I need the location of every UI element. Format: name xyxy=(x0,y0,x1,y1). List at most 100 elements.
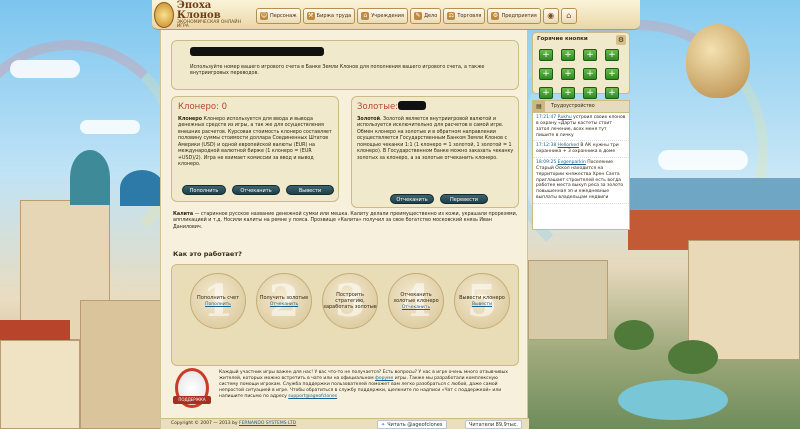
gold-transfer-button[interactable]: Перевести xyxy=(440,194,488,204)
game-logo[interactable]: Эпоха Клонов ЭКОНОМИЧЕСКАЯ ОНЛАЙН ИГРА xyxy=(154,0,250,30)
main-nav: ☺ Персонаж ⚒ Биржа труда ⌂ Учреждения ✎ Дело… xyxy=(256,8,579,24)
gold-mint-button[interactable]: Отчеканить xyxy=(390,194,434,204)
palace-building xyxy=(80,300,168,429)
step-label: Отчеканить золотые клонеро xyxy=(393,292,439,304)
gold-description-text: . Золотой является внутриигровой валютой… xyxy=(357,117,514,161)
hot-button-slot[interactable]: + xyxy=(539,87,553,99)
event-item: 17:21:47 Rukhu устроил своих клонов в ох… xyxy=(533,113,629,142)
step-label: Пополнить счет xyxy=(196,295,239,301)
step-number: 1 xyxy=(202,275,234,327)
event-user-link[interactable]: Evgenparkin xyxy=(558,160,586,165)
feed-tab-icon[interactable]: ▤ xyxy=(533,101,545,112)
step-label: Получить золотые xyxy=(259,295,309,301)
hot-button-slot[interactable]: + xyxy=(583,87,597,99)
step-strategy: 3 Построить стратегию, заработать золоты… xyxy=(322,273,378,329)
kalita-note: Калита — старинное русское название дене… xyxy=(173,212,519,231)
institution-icon: ⌂ xyxy=(361,12,370,20)
kalita-term: Калита xyxy=(173,212,194,217)
event-user-link[interactable]: Rukhu xyxy=(558,115,572,120)
nav-label: Учреждения xyxy=(371,13,405,19)
hot-button-slot[interactable]: + xyxy=(539,68,553,80)
tree xyxy=(614,320,654,350)
support-badge-label[interactable]: ПОДДЕРЖКА xyxy=(173,396,211,404)
twitter-follow-button[interactable]: ✦ Читать @ageofclones xyxy=(377,420,447,429)
hot-button-slot[interactable]: + xyxy=(583,49,597,61)
nav-label: Персонаж xyxy=(270,13,297,19)
tower-dome xyxy=(70,150,110,205)
klonero-description: Клонеро Клонеро используется для ввода и… xyxy=(178,117,336,169)
support-email-link[interactable]: support@ageofclones xyxy=(288,394,337,399)
klonero-term: Клонеро xyxy=(178,117,203,122)
hot-buttons-panel: Горячие кнопки ⚙ + + + + + + + + + + + + xyxy=(532,32,630,99)
nav-labor-exchange-button[interactable]: ⚒ Биржа труда xyxy=(302,8,356,24)
gold-balance-title: Золотые: xyxy=(357,102,399,112)
klonero-withdraw-button[interactable]: Вывести xyxy=(286,185,334,195)
hot-button-slot[interactable]: + xyxy=(605,49,619,61)
support-text: Каждый участник игры важен для нас! У ва… xyxy=(219,370,515,400)
step-number: 2 xyxy=(268,275,300,327)
step-get-gold: 2 Получить золотые Отчеканить xyxy=(256,273,312,329)
nav-character-button[interactable]: ☺ Персонаж xyxy=(256,8,301,24)
how-it-works-steps: 1 Пополнить счет Пополнить 2 Получить зо… xyxy=(171,264,519,366)
tree xyxy=(668,340,718,374)
tab-employment[interactable]: Трудоустройство xyxy=(545,104,595,109)
red-roof xyxy=(0,320,70,342)
hot-button-slot[interactable]: + xyxy=(561,68,575,80)
hot-button-slot[interactable]: + xyxy=(539,49,553,61)
settings-gear-icon[interactable]: ⚙ xyxy=(616,35,626,45)
step-withdraw-link[interactable]: Вывести xyxy=(472,302,492,307)
logo-title: Эпоха Клонов xyxy=(176,0,221,21)
support-section: ПОДДЕРЖКА Каждый участник игры важен для… xyxy=(171,366,519,418)
forum-link[interactable]: форуме xyxy=(375,376,393,381)
main-content: Используйте номер вашего игрового счета … xyxy=(160,30,529,429)
event-time: 17:21:47 xyxy=(536,115,557,120)
copyright-text: Copyright © 2007 — 2013 by FERNANDO SYST… xyxy=(171,421,296,426)
klonero-deposit-button[interactable]: Пополнить xyxy=(182,185,226,195)
hot-button-slot[interactable]: + xyxy=(605,87,619,99)
nav-label: Биржа труда xyxy=(316,13,352,19)
step-mint-klonero-link[interactable]: Отчеканить xyxy=(402,305,430,310)
klonero-balance-title: Клонеро: 0 xyxy=(178,102,228,112)
event-item: 17:12:38 Hellorked В АК нужны три охранн… xyxy=(533,141,629,159)
step-number: 5 xyxy=(466,275,498,327)
event-text: Поселение Старый Оскол находится на терр… xyxy=(536,160,624,201)
how-it-works-title: Как это работает? xyxy=(173,250,242,258)
business-icon: ✎ xyxy=(414,12,423,20)
cloud xyxy=(10,60,80,78)
step-deposit-link[interactable]: Пополнить xyxy=(205,302,231,307)
kalita-text: — старинное русское название денежной су… xyxy=(173,212,518,230)
sea xyxy=(628,178,800,212)
town-building xyxy=(528,260,608,340)
cloud xyxy=(80,120,140,134)
hot-button-slot[interactable]: + xyxy=(561,49,575,61)
person-icon: ☺ xyxy=(260,12,268,20)
step-deposit: 1 Пополнить счет Пополнить xyxy=(190,273,246,329)
account-intro-text: Используйте номер вашего игрового счета … xyxy=(190,65,485,77)
step-withdraw: 5 Вывести клонеро Вывести xyxy=(454,273,510,329)
background-left-scenery xyxy=(0,0,168,429)
nav-trade-button[interactable]: ⚖ Торговля xyxy=(443,8,486,24)
event-time: 18:09:25 xyxy=(536,160,557,166)
house-building xyxy=(0,340,80,429)
event-item: 18:09:25 Evgenparkin Поселение Старый Ос… xyxy=(533,158,629,204)
hot-buttons-title: Горячие кнопки xyxy=(537,36,588,42)
klonero-mint-button[interactable]: Отчеканить xyxy=(232,185,280,195)
company-link[interactable]: FERNANDO SYSTEMS LTD xyxy=(239,421,296,426)
klonero-box: Клонеро: 0 Клонеро Клонеро используется … xyxy=(171,96,339,202)
top-header: Эпоха Клонов ЭКОНОМИЧЕСКАЯ ОНЛАЙН ИГРА ☺… xyxy=(152,0,640,30)
hot-button-slot[interactable]: + xyxy=(583,68,597,80)
cloud xyxy=(658,150,748,170)
account-number-box: Используйте номер вашего игрового счета … xyxy=(171,40,519,90)
hot-button-slot[interactable]: + xyxy=(605,68,619,80)
home-icon[interactable]: ⌂ xyxy=(560,8,577,24)
logo-emblem-icon xyxy=(154,2,174,28)
event-time: 17:12:38 xyxy=(536,143,557,149)
readers-count: Читатели 89,9тыс. xyxy=(465,420,523,429)
nav-enterprises-button[interactable]: ⚙ Предприятия xyxy=(487,8,541,24)
hot-button-slot[interactable]: + xyxy=(561,87,575,99)
step-mint-link[interactable]: Отчеканить xyxy=(270,302,298,307)
nav-business-button[interactable]: ✎ Дело xyxy=(410,8,442,24)
nav-institutions-button[interactable]: ⌂ Учреждения xyxy=(357,8,409,24)
event-user-link[interactable]: Hellorked xyxy=(558,143,579,148)
wallet-icon[interactable]: ◉ xyxy=(542,8,559,24)
